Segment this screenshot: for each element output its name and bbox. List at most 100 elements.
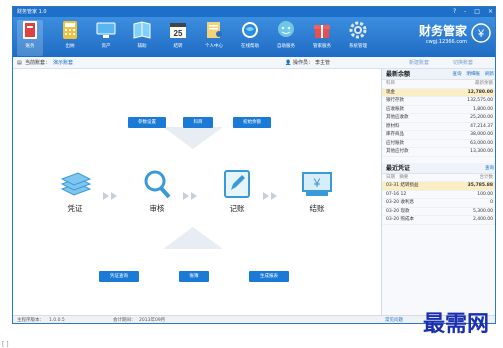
voucher-query-button[interactable]: 凭证查询 [99,271,139,282]
row-summary: 现款 [400,208,410,214]
generate-report-button[interactable]: 生成报表 [249,271,289,282]
monitor-icon [96,20,116,40]
calendar-icon: 25 [168,20,188,40]
row-value: 47,214.37 [470,123,493,129]
svg-text:25: 25 [174,29,183,38]
opening-balance-button[interactable]: 初始余额 [233,117,271,128]
tool-online-help[interactable]: 在线帮助 [237,20,263,56]
period-label: 会计期间： [113,318,136,323]
row-amount: 2,400.00 [472,217,493,222]
tool-personal-center[interactable]: 个人中心 [201,20,227,56]
tool-carryover[interactable]: 25 结转 [165,20,191,56]
row-value: 25,200.00 [470,115,493,120]
balance-row[interactable]: 银行存款 132,575.00 [382,97,495,106]
help-button[interactable]: ? [453,7,456,17]
watermark-text: 最需网 [422,311,489,337]
voucher-row[interactable]: 03-20 收利息 0 [382,199,495,208]
app-window: 财务管家 1.0 ? - □ × 账务 出纳 资产 辅助 25 结转 个人中心 … [12,6,496,324]
user-doc-icon [204,20,224,40]
gift-icon [312,20,332,40]
tool-label: 自助服务 [277,44,295,49]
user-icon: 👤 [285,60,292,66]
tool-cashier[interactable]: 出纳 [57,20,83,56]
col-date: 日期 [386,174,395,180]
balance-row[interactable]: 应收账款 1,800.00 [382,106,495,114]
yen-logo-icon: ¥ [471,23,491,43]
gear-icon [348,20,368,40]
tool-system-admin[interactable]: 系统管理 [345,20,371,56]
voucher-row[interactable]: 03-20 购成本 2,400.00 [382,216,495,225]
balance-row[interactable]: 其他应收款 25,200.00 [382,114,495,123]
new-book-button[interactable]: 新建账套 [409,57,429,69]
switch-book-button[interactable]: 切换账套 [453,57,473,69]
tool-label: 在线帮助 [241,44,259,49]
balance-row[interactable]: 现金 12,780.00 [382,88,495,97]
subjects-button[interactable]: 科目 [183,117,213,128]
col-balance: 最新余额 [475,81,493,86]
col-summary: 摘要 [399,174,409,180]
brand-logo: 财务管家 cwgj.12366.com ¥ [418,23,491,51]
ledger-icon [20,20,40,40]
flow-node-post[interactable]: 记账 [217,169,257,214]
title-bar: 财务管家 1.0 ? - □ × [13,7,495,17]
row-subject: 银行存款 [386,98,404,103]
brand-name: 财务管家 [418,24,467,38]
corner-fragment: [ ] [2,341,9,348]
tool-butler-service[interactable]: 管家服务 [309,20,335,56]
row-subject: 库存商品 [386,132,404,137]
voucher-row[interactable]: 07-16 12 100.00 [382,191,495,199]
brand-url: cwgj.12366.com [425,39,467,45]
tool-label: 个人中心 [205,44,223,49]
tool-label: 结转 [173,44,183,49]
maximize-button[interactable]: □ [474,7,480,17]
node-label: 记账 [229,204,245,213]
balance-refresh-link[interactable]: 刷新 [485,69,494,80]
tool-assets[interactable]: 资产 [93,20,119,56]
close-button[interactable]: × [488,7,493,17]
current-book-label: 当前账套： [25,60,51,66]
magnifier-icon [140,169,174,199]
main-toolbar: 账务 出纳 资产 辅助 25 结转 个人中心 在线帮助 自助服务 管家服务 系统… [13,17,495,57]
balance-row[interactable]: 应付账款 63,000.00 [382,140,495,148]
tool-label: 账务 [25,44,35,49]
balance-detail-link[interactable]: 明细账 [467,69,481,80]
book-icon [132,20,152,40]
svg-text:¥: ¥ [313,176,321,190]
flow-node-voucher[interactable]: 凭证 [55,169,95,214]
row-date: 03-20 [386,217,400,222]
balance-query-link[interactable]: 查询 [453,69,462,80]
tool-auxiliary[interactable]: 辅助 [129,20,155,56]
chat-icon [276,20,296,40]
tool-self-service[interactable]: 自助服务 [273,20,299,56]
book-icon: ▤ [17,60,22,66]
row-summary: 结转损益 [400,183,419,188]
voucher-row[interactable]: 03-31 结转损益 35,785.88 [382,182,495,191]
flow-node-review[interactable]: 审核 [137,169,177,214]
param-settings-button[interactable]: 参数设置 [128,117,166,128]
svg-text:¥: ¥ [477,28,485,40]
info-sidebar: 最新余额 查询 明细账 刷新 科目 最新余额 现金 12,780.00 银行存款 1… [381,69,495,315]
globe-icon [240,20,260,40]
balance-row[interactable]: 库存商品 38,000.00 [382,131,495,140]
faq-link[interactable]: 常见问题 [385,316,403,323]
minimize-button[interactable]: - [464,7,466,17]
balance-row[interactable]: 其他应付款 13,300.00 [382,148,495,157]
balance-header-row: 科目 最新余额 [382,80,495,89]
node-label: 审核 [149,204,165,213]
balance-row[interactable]: 原材料 47,214.37 [382,123,495,131]
row-date: 03-20 [386,208,400,214]
current-book-name[interactable]: 演示账套 [53,57,73,69]
flow-node-close[interactable]: ¥ 结账 [297,169,337,214]
row-value: 63,000.00 [470,140,493,146]
voucher-query-link[interactable]: 查询 [485,163,494,174]
ledger-books-button[interactable]: 账簿 [179,271,209,282]
calculator-icon [60,20,80,40]
voucher-row[interactable]: 03-20 现款 5,300.00 [382,208,495,216]
version-value: 1.0.0.5 [49,318,65,323]
row-value: 132,575.00 [467,98,493,103]
version-label: 主程序版本： [17,318,44,323]
tool-ledger[interactable]: 账务 [17,20,43,56]
row-subject: 其他应收款 [386,115,409,120]
col-amount: 合计数 [479,174,494,180]
row-subject: 应付账款 [386,140,404,146]
